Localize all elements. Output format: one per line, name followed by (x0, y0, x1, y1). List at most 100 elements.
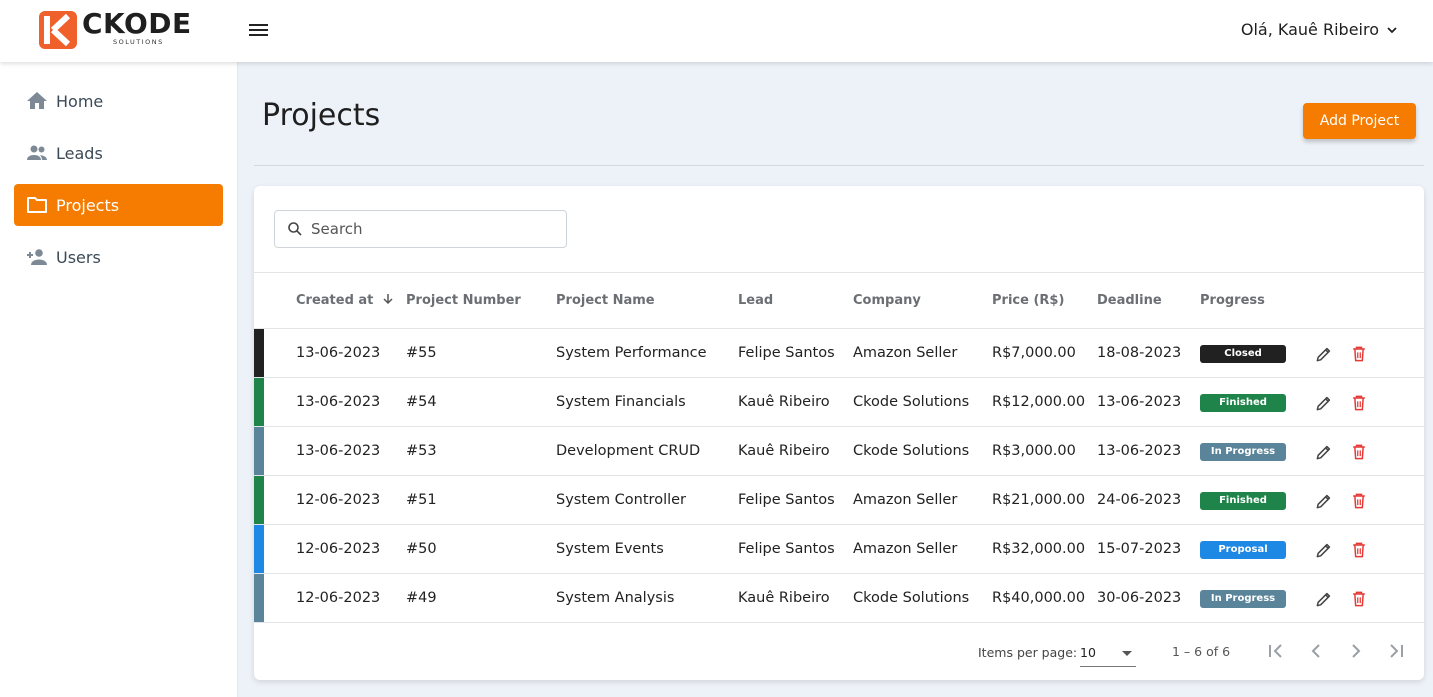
cell-deadline: 13-06-2023 (1097, 394, 1182, 410)
status-color-bar (254, 525, 264, 573)
cell-created-at: 13-06-2023 (296, 345, 381, 361)
edit-icon[interactable] (1314, 442, 1334, 462)
status-color-bar (254, 329, 264, 377)
delete-icon[interactable] (1349, 491, 1369, 511)
table-row[interactable]: 13-06-2023 #53 Development CRUD Kauê Ribeir… (254, 427, 1424, 476)
items-per-page-label: Items per page: (978, 645, 1078, 660)
previous-page-icon[interactable] (1304, 639, 1328, 663)
status-color-bar (254, 427, 264, 475)
home-icon (27, 92, 47, 109)
cell-created-at: 12-06-2023 (296, 541, 381, 557)
cell-price: R$12,000.00 (992, 394, 1086, 410)
table-header: Created at Project Number Project Name L… (254, 272, 1424, 329)
cell-created-at: 12-06-2023 (296, 492, 381, 508)
cell-lead: Kauê Ribeiro (738, 394, 830, 410)
cell-project-name: Development CRUD (556, 443, 701, 459)
search-input[interactable] (311, 220, 551, 238)
edit-icon[interactable] (1314, 393, 1334, 413)
edit-icon[interactable] (1314, 344, 1334, 364)
table-row[interactable]: 12-06-2023 #50 System Events Felipe Santos A… (254, 525, 1424, 574)
edit-icon[interactable] (1314, 589, 1334, 609)
cell-company: Ckode Solutions (853, 394, 970, 410)
cell-lead: Felipe Santos (738, 541, 835, 557)
status-color-bar (254, 574, 264, 622)
search-icon (288, 222, 302, 236)
cell-project-number: #49 (406, 590, 437, 606)
edit-icon[interactable] (1314, 491, 1334, 511)
page-range: 1 – 6 of 6 (1172, 644, 1231, 659)
first-page-icon[interactable] (1264, 639, 1288, 663)
column-header-deadline[interactable]: Deadline (1097, 293, 1162, 308)
status-badge: Finished (1200, 492, 1286, 510)
add-project-button[interactable]: Add Project (1303, 103, 1416, 139)
cell-lead: Kauê Ribeiro (738, 443, 830, 459)
status-badge: In Progress (1200, 443, 1286, 461)
top-bar: CKODE SOLUTIONS Olá, Kauê Ribeiro (0, 0, 1433, 62)
sidebar-item-projects[interactable]: Projects (14, 184, 223, 226)
delete-icon[interactable] (1349, 589, 1369, 609)
table-row[interactable]: 12-06-2023 #49 System Analysis Kauê Ribeiro… (254, 574, 1424, 623)
next-page-icon[interactable] (1344, 639, 1368, 663)
column-header-price[interactable]: Price (R$) (992, 293, 1064, 308)
search-box[interactable] (274, 210, 567, 248)
items-per-page-select[interactable]: 10 (1080, 641, 1136, 667)
table-row[interactable]: 12-06-2023 #51 System Controller Felipe San… (254, 476, 1424, 525)
edit-icon[interactable] (1314, 540, 1334, 560)
status-badge: Closed (1200, 345, 1286, 363)
delete-icon[interactable] (1349, 393, 1369, 413)
sidebar-item-users[interactable]: Users (14, 236, 223, 278)
last-page-icon[interactable] (1384, 639, 1408, 663)
column-header-created-at[interactable]: Created at (296, 293, 394, 308)
table-row[interactable]: 13-06-2023 #55 System Performance Felipe Sa… (254, 329, 1424, 378)
cell-project-name: System Analysis (556, 590, 675, 606)
column-header-project-number[interactable]: Project Number (406, 293, 521, 308)
cell-created-at: 13-06-2023 (296, 394, 381, 410)
logo[interactable]: CKODE SOLUTIONS (38, 10, 198, 50)
delete-icon[interactable] (1349, 540, 1369, 560)
status-badge: Proposal (1200, 541, 1286, 559)
person-add-icon (27, 249, 47, 265)
cell-deadline: 24-06-2023 (1097, 492, 1182, 508)
sidebar-item-leads[interactable]: Leads (14, 132, 223, 174)
status-badge: Finished (1200, 394, 1286, 412)
projects-card: Created at Project Number Project Name L… (254, 186, 1424, 680)
sidebar: Home Leads Projects Users (0, 62, 238, 697)
cell-company: Amazon Seller (853, 345, 958, 361)
cell-project-name: System Financials (556, 394, 686, 410)
cell-company: Ckode Solutions (853, 443, 970, 459)
column-header-lead[interactable]: Lead (738, 293, 773, 308)
cell-lead: Felipe Santos (738, 492, 835, 508)
menu-toggle-icon[interactable] (248, 20, 270, 40)
logo-mark-icon (39, 11, 77, 49)
logo-wordmark: CKODE (82, 7, 192, 40)
column-header-project-name[interactable]: Project Name (556, 293, 655, 308)
cell-project-number: #50 (406, 541, 437, 557)
delete-icon[interactable] (1349, 442, 1369, 462)
cell-project-name: System Controller (556, 492, 687, 508)
cell-company: Amazon Seller (853, 492, 958, 508)
cell-created-at: 13-06-2023 (296, 443, 381, 459)
column-header-progress[interactable]: Progress (1200, 293, 1265, 308)
column-header-company[interactable]: Company (853, 293, 921, 308)
chevron-down-icon (1387, 26, 1397, 33)
cell-lead: Felipe Santos (738, 345, 835, 361)
logo-subtitle: SOLUTIONS (113, 38, 164, 46)
cell-price: R$3,000.00 (992, 443, 1076, 459)
sidebar-item-label: Users (56, 247, 101, 267)
cell-project-number: #53 (406, 443, 437, 459)
arrow-down-icon (383, 294, 393, 305)
status-color-bar (254, 476, 264, 524)
cell-deadline: 18-08-2023 (1097, 345, 1182, 361)
sidebar-item-label: Home (56, 91, 104, 111)
caret-down-icon (1122, 651, 1132, 656)
sidebar-item-home[interactable]: Home (14, 80, 223, 122)
cell-lead: Kauê Ribeiro (738, 590, 830, 606)
cell-project-name: System Events (556, 541, 664, 557)
cell-price: R$21,000.00 (992, 492, 1086, 508)
delete-icon[interactable] (1349, 344, 1369, 364)
table-row[interactable]: 13-06-2023 #54 System Financials Kauê Ribei… (254, 378, 1424, 427)
user-menu[interactable]: Olá, Kauê Ribeiro (1241, 20, 1399, 39)
cell-project-name: System Performance (556, 345, 707, 361)
cell-deadline: 15-07-2023 (1097, 541, 1182, 557)
cell-project-number: #51 (406, 492, 437, 508)
